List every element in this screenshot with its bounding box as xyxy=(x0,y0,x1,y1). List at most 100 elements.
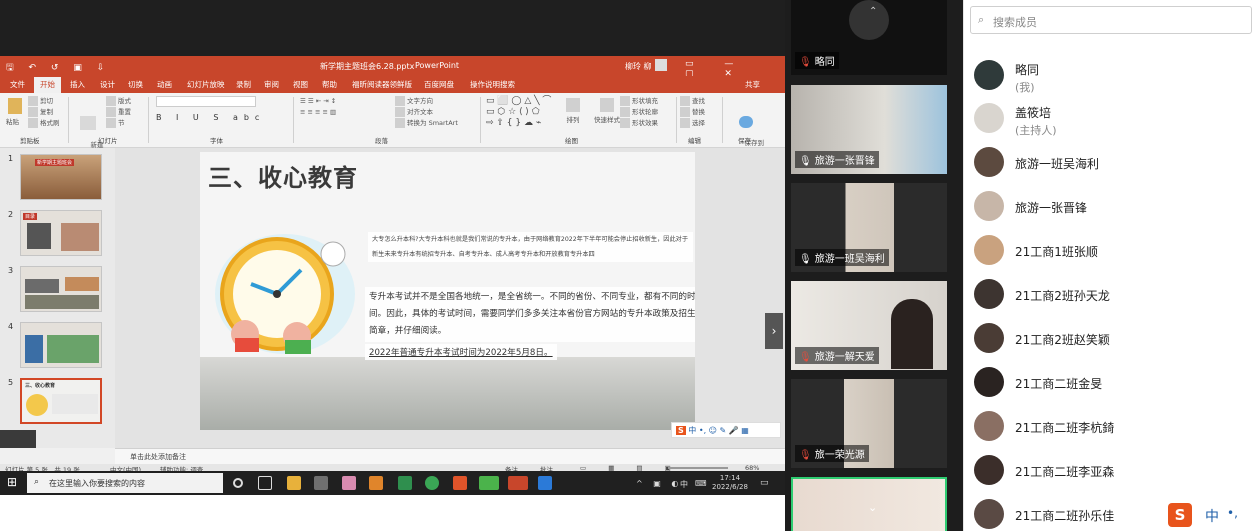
system-tray-icons[interactable]: ^ ▣ ◐ xyxy=(636,479,682,488)
shapes-gallery[interactable]: ▭ ⬜ ◯ △ ╲ ⌒ ▭ ⬡ ☆ ⟨ ⟩ ⬠ ⇨ ⇧ { } ☁ ⌁ xyxy=(486,96,551,129)
video-tile[interactable]: 🎙 旅游一解天爱 xyxy=(791,281,947,370)
mic-icon: 🎙 xyxy=(799,156,812,167)
slide-small-buttons[interactable]: 版式 重置 节 xyxy=(106,96,131,129)
blank-area xyxy=(0,495,785,531)
slide-thumbnail-3[interactable] xyxy=(20,266,102,312)
sogou-ime-toolbar[interactable]: S 中 •, ☺ ✎ 🎤 ▦ xyxy=(671,422,781,438)
member-item[interactable]: 旅游一班吴海利 xyxy=(974,143,1254,183)
chrome-icon[interactable] xyxy=(425,476,439,490)
avatar xyxy=(974,367,1004,397)
member-item[interactable]: 21工商二班李杭錡 xyxy=(974,407,1254,447)
user-avatar[interactable] xyxy=(655,59,667,71)
video-tile[interactable]: 🎙 旅一荣光源 xyxy=(791,379,947,468)
tab-design[interactable]: 设计 xyxy=(100,79,115,90)
app-icon[interactable] xyxy=(342,476,356,490)
copy-icon xyxy=(28,107,38,117)
panel-toggle-chevron-icon[interactable]: › xyxy=(765,313,783,349)
app-icon[interactable] xyxy=(538,476,552,490)
taskbar-search-input[interactable]: ⌕ 在这里输入你要搜索的内容 xyxy=(27,473,223,493)
member-item[interactable]: 旅游一张晋锋 xyxy=(974,187,1254,227)
notification-icon[interactable]: ▭ xyxy=(760,478,769,488)
format-painter-icon xyxy=(28,118,38,128)
clipboard-small-buttons[interactable]: 剪切 复制 格式刷 xyxy=(28,96,60,129)
chevron-up-icon[interactable]: ⌃ xyxy=(869,6,877,17)
member-item[interactable]: 21工商1班张顺 xyxy=(974,231,1254,271)
cortana-icon[interactable] xyxy=(233,478,243,488)
slide-thumbnail-5[interactable]: 三、收心教育 xyxy=(20,378,102,424)
share-button[interactable]: 共享 xyxy=(745,79,760,90)
tab-insert[interactable]: 插入 xyxy=(70,79,85,90)
paste-button[interactable]: 粘贴 xyxy=(6,96,24,126)
paragraph-controls[interactable]: ☰ ☰ ⇤ ⇥ ↕ ≡ ≡ ≡ ≡ ▥ xyxy=(300,96,336,118)
baidu-cloud-icon xyxy=(739,116,754,128)
taskbar-clock[interactable]: 17:14 2022/6/28 xyxy=(712,474,748,492)
collapse-menu-icon[interactable] xyxy=(0,430,36,448)
user-name[interactable]: 柳玲 柳 xyxy=(625,61,652,72)
shape-format-buttons[interactable]: 形状填充 形状轮廓 形状效果 xyxy=(620,96,658,129)
member-item[interactable]: 21工商二班金旻 xyxy=(974,363,1254,403)
editing-buttons[interactable]: 查找 替换 选择 xyxy=(680,96,705,129)
video-column: ⌃ 🎙 略同 🎙 旅游一张晋锋 🎙 旅游一班吴海利 🎙 旅游一解天爱 🎙 旅一荣光源 ⌄ xyxy=(785,0,963,531)
notes-pane[interactable]: 单击此处添加备注 xyxy=(115,448,785,464)
ribbon: 粘贴 剪切 复制 格式刷 剪贴板 新建 幻灯片 版式 重置 节 幻灯片 xyxy=(0,93,785,158)
tab-record[interactable]: 录制 xyxy=(236,79,251,90)
tab-transitions[interactable]: 切换 xyxy=(128,79,143,90)
current-slide[interactable]: 三、收心教育 大专怎么升本科?大专升本科也就是我们常说的专升本，由于网络教育20… xyxy=(200,152,695,430)
tab-view[interactable]: 视图 xyxy=(293,79,308,90)
wechat-icon[interactable] xyxy=(479,476,499,490)
slide-thumbnail-4[interactable] xyxy=(20,322,102,368)
tab-file[interactable]: 文件 xyxy=(10,79,25,90)
member-item[interactable]: 略同 (我) xyxy=(974,56,1254,96)
ime-indicator[interactable]: 中 xyxy=(680,479,688,490)
arrange-button[interactable]: 排列 xyxy=(566,96,580,124)
tab-foxit[interactable]: 福昕阅读器领鲜版 xyxy=(352,79,412,90)
member-item[interactable]: 盖筱培 (主持人) xyxy=(974,99,1254,139)
text-options[interactable]: 文字方向 对齐文本 转换为 SmartArt xyxy=(395,96,458,129)
sogou-ime-bar[interactable]: S 中 •, xyxy=(1165,500,1255,531)
slide-thumbnails-panel: 1 新学期主题班会 2 目录 3 4 5 三、收心教育 xyxy=(0,148,115,448)
app-icon[interactable] xyxy=(314,476,328,490)
font-controls[interactable]: B I U S abc xyxy=(156,96,265,122)
tab-animations[interactable]: 动画 xyxy=(157,79,172,90)
tab-home[interactable]: 开始 xyxy=(34,77,61,93)
member-search-input[interactable]: ⌕ 搜索成员 xyxy=(970,6,1252,34)
slide-editing-area: 三、收心教育 大专怎么升本科?大专升本科也就是我们常说的专升本，由于网络教育20… xyxy=(115,148,785,448)
quick-styles-button[interactable]: 快速样式 xyxy=(594,96,620,124)
slide-thumbnail-1[interactable]: 新学期主题班会 xyxy=(20,154,102,200)
windows-taskbar: ⊞ ⌕ 在这里输入你要搜索的内容 ^ ▣ ◐ 中 ⌨ 17:14 2022/6/… xyxy=(0,471,785,495)
video-tile[interactable]: ⌃ 🎙 略同 xyxy=(791,0,947,75)
thumb-number: 1 xyxy=(8,154,14,163)
slide-thumbnail-2[interactable]: 目录 xyxy=(20,210,102,256)
app-icon[interactable] xyxy=(398,476,412,490)
avatar xyxy=(974,411,1004,441)
member-item[interactable]: 21工商2班赵笑颖 xyxy=(974,319,1254,359)
task-view-icon[interactable] xyxy=(258,476,272,490)
tab-review[interactable]: 审阅 xyxy=(264,79,279,90)
fox-app-icon[interactable] xyxy=(369,476,383,490)
tab-baidu[interactable]: 百度网盘 xyxy=(424,79,454,90)
quick-access-toolbar[interactable]: 🖫 ↶ ↺ ▣ ⇩ xyxy=(6,60,110,76)
app-icon[interactable] xyxy=(453,476,467,490)
windows-start-icon[interactable]: ⊞ xyxy=(7,475,17,489)
avatar xyxy=(974,191,1004,221)
ribbon-tabs: 文件 开始 插入 设计 切换 动画 幻灯片放映 录制 审阅 视图 帮助 福昕阅读… xyxy=(0,76,785,93)
avatar xyxy=(974,60,1004,90)
slide-exam-date: 2022年普通专升本考试时间为2022年5月8日。 xyxy=(365,344,557,360)
chevron-down-icon[interactable]: ⌄ xyxy=(868,501,877,514)
video-tile[interactable]: 🎙 旅游一班吴海利 xyxy=(791,183,947,272)
member-item[interactable]: 21工商二班李亚森 xyxy=(974,451,1254,491)
tab-help[interactable]: 帮助 xyxy=(322,79,337,90)
find-icon xyxy=(680,96,690,106)
video-tile[interactable]: 🎙 旅游一张晋锋 xyxy=(791,85,947,174)
group-label-drawing: 绘图 xyxy=(565,137,578,145)
app-icon[interactable] xyxy=(287,476,301,490)
outline-icon xyxy=(620,107,630,117)
tab-slideshow[interactable]: 幻灯片放映 xyxy=(187,79,225,90)
powerpoint-taskbar-icon[interactable] xyxy=(508,476,528,490)
keyboard-icon[interactable]: ⌨ xyxy=(695,479,707,488)
font-name-select[interactable] xyxy=(156,96,256,107)
zoom-slider[interactable] xyxy=(668,467,728,469)
tell-me-search[interactable]: 操作说明搜索 xyxy=(470,79,515,90)
member-item[interactable]: 21工商2班孙天龙 xyxy=(974,275,1254,315)
video-tile-active-speaker[interactable]: ⌄ xyxy=(791,477,947,531)
